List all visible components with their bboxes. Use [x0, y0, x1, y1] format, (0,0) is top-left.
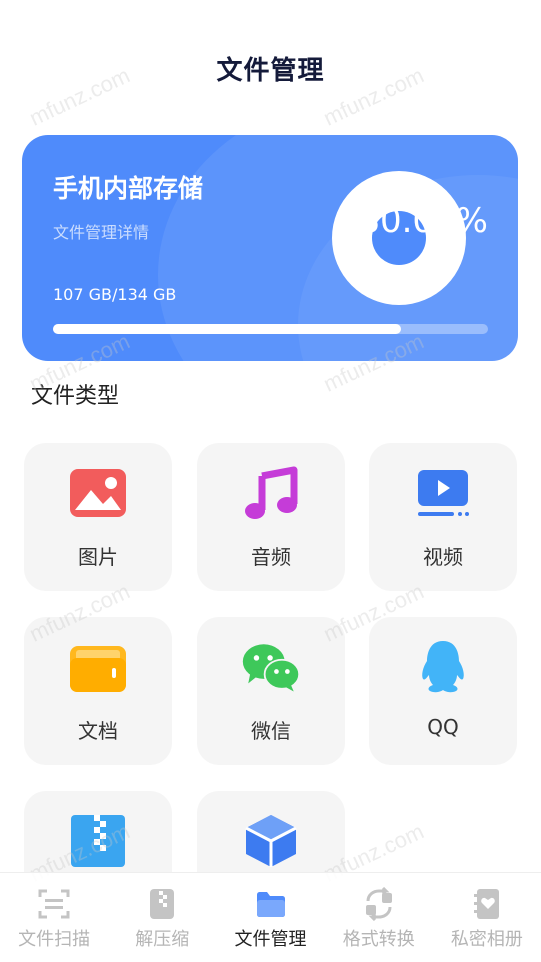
file-type-document[interactable]: 文档 — [24, 617, 172, 765]
tab-label: 解压缩 — [135, 929, 190, 950]
qq-icon — [413, 637, 473, 697]
file-type-label: 文档 — [78, 719, 118, 743]
storage-detail-link[interactable]: 文件管理详情 — [53, 219, 149, 243]
file-type-image[interactable]: 图片 — [24, 443, 172, 591]
file-type-label: QQ — [427, 715, 459, 739]
tab-label: 文件管理 — [234, 929, 307, 950]
image-icon — [68, 463, 128, 523]
file-type-label: 微信 — [251, 719, 291, 743]
file-type-label: 音频 — [251, 545, 291, 569]
storage-card[interactable]: 手机内部存储 文件管理详情 107 GB/134 GB 80.00% — [22, 135, 518, 361]
folder-icon — [68, 637, 128, 697]
tab-label: 文件扫描 — [18, 929, 91, 950]
storage-progress-fill — [53, 324, 401, 334]
file-type-audio[interactable]: 音频 — [197, 443, 345, 591]
tab-label: 格式转换 — [342, 929, 415, 950]
bottom-tab-bar: 文件扫描 解压缩 文件管理 格式转换 私密相册 — [0, 872, 541, 962]
tab-label: 私密相册 — [450, 929, 523, 950]
wechat-icon — [241, 637, 301, 697]
file-types-title: 文件类型 — [31, 384, 120, 409]
tab-format-convert[interactable]: 格式转换 — [325, 873, 433, 962]
zip-icon — [68, 811, 128, 871]
file-type-qq[interactable]: QQ — [369, 617, 517, 765]
video-icon — [413, 463, 473, 523]
tab-file-scan[interactable]: 文件扫描 — [0, 873, 108, 962]
file-type-video[interactable]: 视频 — [369, 443, 517, 591]
storage-progress-bar — [53, 324, 488, 334]
convert-icon — [365, 887, 392, 921]
storage-title: 手机内部存储 — [53, 174, 204, 203]
zip-file-icon — [150, 889, 175, 919]
page-title: 文件管理 — [216, 56, 325, 86]
tab-private-album[interactable]: 私密相册 — [433, 873, 541, 962]
storage-percent-label: 80.00% — [358, 201, 488, 241]
music-icon — [241, 463, 301, 523]
album-icon — [473, 889, 499, 919]
scan-icon — [38, 889, 70, 919]
tab-unzip[interactable]: 解压缩 — [108, 873, 216, 962]
cube-icon — [241, 811, 301, 871]
file-type-label: 视频 — [423, 545, 463, 569]
file-type-wechat[interactable]: 微信 — [197, 617, 345, 765]
file-type-label: 图片 — [78, 545, 118, 569]
storage-used-text: 107 GB/134 GB — [53, 285, 177, 304]
tab-file-manager[interactable]: 文件管理 — [216, 873, 324, 962]
folder-icon — [256, 892, 285, 917]
